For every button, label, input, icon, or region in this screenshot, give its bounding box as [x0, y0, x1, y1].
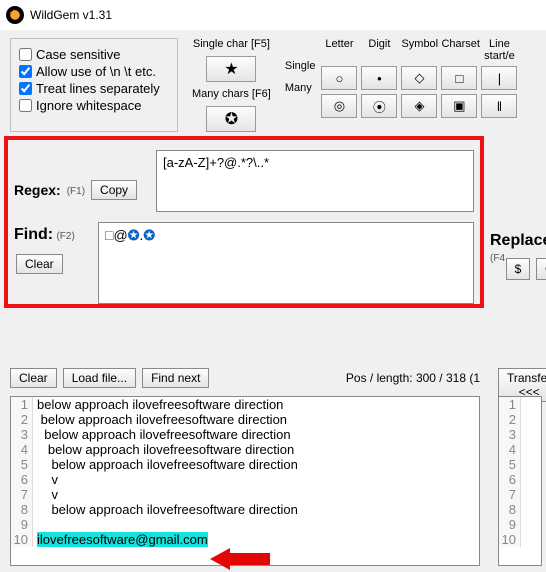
cell-single-letter[interactable]: ○: [321, 66, 357, 90]
editor-line: 5 below approach ilovefreesoftware direc…: [11, 457, 479, 472]
copy-button[interactable]: Copy: [91, 180, 137, 200]
source-editor[interactable]: 1below approach ilovefreesoftware direct…: [10, 396, 480, 566]
cell-many-letter[interactable]: ◎: [321, 94, 357, 118]
result-editor[interactable]: 12345678910: [498, 396, 542, 566]
many-chars-button[interactable]: ✪: [206, 106, 256, 132]
find-next-button[interactable]: Find next: [142, 368, 209, 388]
editor-line: 7 v: [11, 487, 479, 502]
single-char-label: Single char [F5]: [193, 38, 270, 50]
treat-lines-checkbox[interactable]: Treat lines separately: [19, 81, 169, 96]
char-matrix: Single Many Letter Digit Symbol Charset …: [285, 38, 518, 132]
single-char-button[interactable]: ★: [206, 56, 256, 82]
toolbar: Case sensitive Allow use of \n \t etc. T…: [0, 30, 546, 138]
replace-hint: (F4: [490, 253, 505, 264]
row-label-single: Single: [285, 60, 316, 72]
load-file-button[interactable]: Load file...: [63, 368, 136, 388]
arrow-annotation: [210, 548, 270, 568]
editor-line: 4 below approach ilovefreesoftware direc…: [11, 442, 479, 457]
dollar-button[interactable]: $: [506, 258, 530, 280]
cell-many-digit[interactable]: ⦿: [361, 94, 397, 118]
editor-line: 10ilovefreesoftware@gmail.com: [11, 532, 479, 547]
ignore-ws-label: Ignore whitespace: [36, 98, 142, 113]
row-label-many: Many: [285, 82, 316, 94]
replace-label: Replace:: [490, 232, 546, 249]
editor-line: 9: [11, 517, 479, 532]
col-charset: Charset: [441, 38, 477, 62]
position-info: Pos / length: 300 / 318 (1: [346, 371, 480, 385]
col-letter: Letter: [321, 38, 357, 62]
editor-line: 6 v: [11, 472, 479, 487]
cell-many-charset[interactable]: ▣: [441, 94, 477, 118]
regex-label: Regex:: [14, 182, 61, 198]
editor-line: 3 below approach ilovefreesoftware direc…: [11, 427, 479, 442]
editor-line: 8 below approach ilovefreesoftware direc…: [11, 502, 479, 517]
single-char-group: Single char [F5] ★ Many chars [F6] ✪: [192, 38, 271, 132]
app-icon: [6, 6, 24, 24]
find-input[interactable]: □@✪.✪: [98, 222, 474, 304]
regex-input[interactable]: [a-zA-Z]+?@.*?\..*: [156, 150, 474, 212]
editor-line: 2 below approach ilovefreesoftware direc…: [11, 412, 479, 427]
case-sensitive-label: Case sensitive: [36, 47, 121, 62]
cell-single-digit[interactable]: •: [361, 66, 397, 90]
many-chars-label: Many chars [F6]: [192, 88, 271, 100]
app-title: WildGem v1.31: [30, 8, 112, 22]
replace-clear-button[interactable]: Clear: [536, 258, 546, 280]
col-symbol: Symbol: [401, 38, 437, 62]
ignore-whitespace-checkbox[interactable]: Ignore whitespace: [19, 98, 169, 113]
editor-clear-button[interactable]: Clear: [10, 368, 57, 388]
allow-escapes-label: Allow use of \n \t etc.: [36, 64, 156, 79]
find-clear-button[interactable]: Clear: [16, 254, 63, 274]
treat-lines-label: Treat lines separately: [36, 81, 160, 96]
allow-escapes-checkbox[interactable]: Allow use of \n \t etc.: [19, 64, 169, 79]
find-hint: (F2): [56, 231, 74, 242]
col-digit: Digit: [361, 38, 397, 62]
editor-line: 1below approach ilovefreesoftware direct…: [11, 397, 479, 412]
col-linestart: Line start/e: [481, 38, 517, 62]
case-sensitive-checkbox[interactable]: Case sensitive: [19, 47, 169, 62]
cell-single-symbol[interactable]: ◇: [401, 66, 437, 90]
cell-single-line[interactable]: |: [481, 66, 517, 90]
find-label: Find:: [14, 226, 53, 243]
cell-single-charset[interactable]: □: [441, 66, 477, 90]
title-bar: WildGem v1.31: [0, 0, 546, 30]
options-panel: Case sensitive Allow use of \n \t etc. T…: [10, 38, 178, 132]
cell-many-line[interactable]: ‖: [481, 94, 517, 118]
cell-many-symbol[interactable]: ◈: [401, 94, 437, 118]
regex-hint: (F1): [67, 186, 85, 197]
